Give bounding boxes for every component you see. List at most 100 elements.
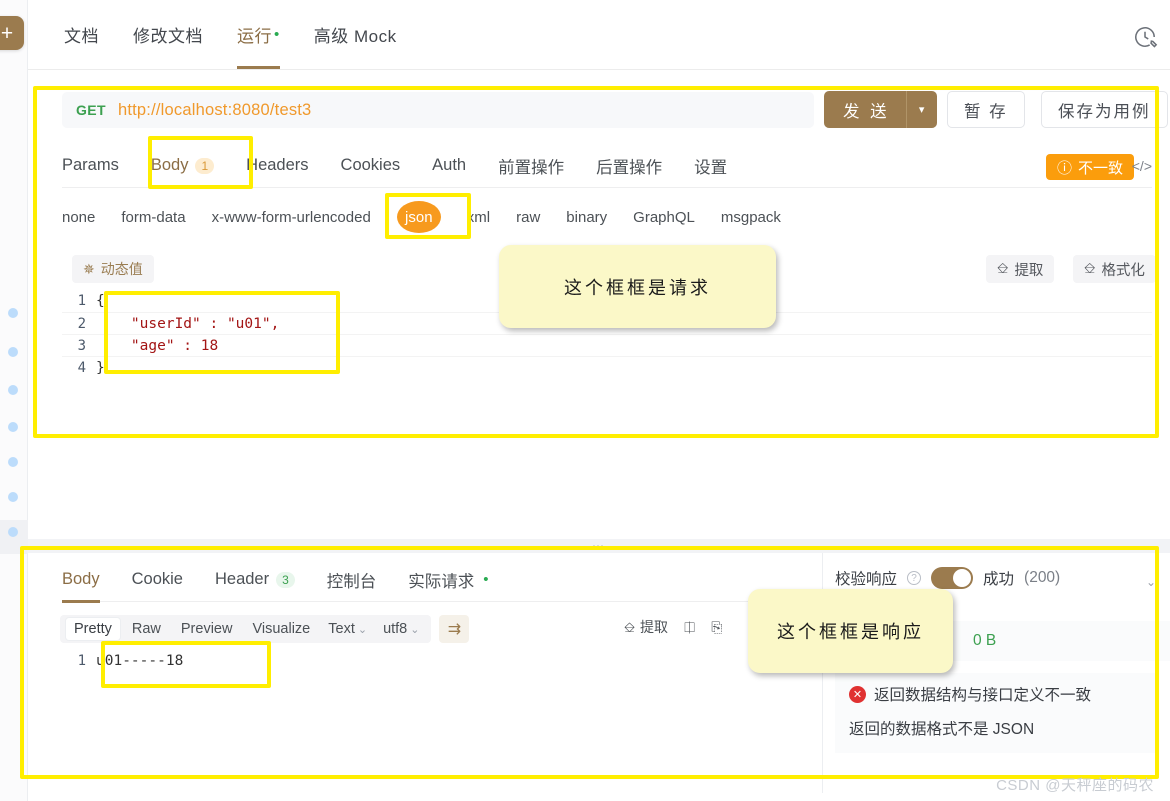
rail-dot[interactable] — [8, 527, 18, 537]
chevron-down-icon[interactable]: ⌄ — [1146, 575, 1156, 589]
send-dropdown-button[interactable]: ▾ — [905, 91, 937, 128]
response-tab-cookie[interactable]: Cookie — [132, 558, 183, 602]
annotation-note-request-text: 这个框框是请求 — [564, 277, 711, 298]
save-as-case-label: 保存为用例 — [1058, 102, 1151, 121]
body-type-xml[interactable]: xml — [467, 209, 490, 226]
copy-icon: ⎘ — [711, 618, 723, 635]
response-body-viewer[interactable]: 1 u01-----18 — [62, 650, 802, 770]
body-type-json[interactable]: json — [396, 201, 441, 233]
verify-toggle[interactable] — [931, 567, 974, 589]
dynamic-value-label: 动态值 — [100, 261, 143, 277]
rail-dot[interactable] — [8, 422, 18, 432]
body-type-none[interactable]: none — [62, 209, 95, 226]
body-type-form-data[interactable]: form-data — [121, 209, 185, 226]
rail-dot[interactable] — [8, 347, 18, 357]
rail-dot[interactable] — [8, 308, 18, 318]
format-select[interactable]: Text ⌄ — [322, 618, 373, 640]
line-code: "age" : 18 — [96, 337, 219, 354]
response-tab-cookie-label: Cookie — [131, 570, 183, 588]
add-button[interactable]: + — [0, 16, 24, 50]
response-view-toolbar: Pretty Raw Preview Visualize Text ⌄ utf8 ⌄… — [60, 615, 470, 643]
charset-select[interactable]: utf8 ⌄ — [377, 618, 425, 640]
response-line: 1 u01-----18 — [62, 650, 802, 672]
word-wrap-button[interactable]: ⇉ — [439, 615, 470, 643]
save-as-case-button[interactable]: 保存为用例 — [1041, 91, 1168, 128]
tab-advanced-mock-label: 高级 Mock — [313, 27, 397, 46]
response-tab-body[interactable]: Body — [62, 558, 100, 603]
view-mode-visualize[interactable]: Visualize — [244, 618, 318, 640]
view-mode-pretty[interactable]: Pretty — [66, 618, 120, 640]
line-code: "userId" : "u01", — [96, 315, 280, 332]
tab-edit-doc-label: 修改文档 — [133, 27, 203, 46]
status-code: (200) — [1024, 569, 1061, 586]
request-tab-post-script[interactable]: 后置操作 — [596, 144, 662, 188]
view-mode-preview[interactable]: Preview — [173, 618, 241, 640]
url-bar[interactable]: GET http://localhost:8080/test3 — [62, 92, 814, 128]
code-brackets-icon[interactable]: </> — [1132, 158, 1152, 174]
response-tab-header-label: Header — [214, 570, 270, 588]
rail-dot[interactable] — [8, 492, 18, 502]
request-tab-cookies[interactable]: Cookies — [341, 144, 401, 188]
question-circle-icon[interactable]: ? — [907, 571, 922, 585]
chevron-down-icon: ⌄ — [410, 624, 420, 636]
chevron-down-icon: ⌄ — [357, 624, 368, 636]
exclamation-circle-icon: ⓘ — [1056, 159, 1072, 177]
line-number: 1 — [77, 653, 86, 669]
annotation-note-response-text: 这个框框是响应 — [777, 622, 924, 642]
request-tab-pre-script[interactable]: 前置操作 — [498, 144, 564, 188]
watermark: CSDN @天秤座的码农 — [996, 777, 1154, 794]
status-badge[interactable]: ⓘ 不一致 — [1045, 154, 1134, 180]
url-input[interactable]: http://localhost:8080/test3 — [118, 101, 311, 120]
body-type-msgpack[interactable]: msgpack — [721, 209, 781, 226]
request-tab-settings[interactable]: 设置 — [694, 144, 727, 188]
rail-dot[interactable] — [8, 385, 18, 395]
response-extract-button[interactable]: ⎒ 提取 — [624, 617, 668, 637]
extract-box-icon: ⎒ — [997, 261, 1009, 277]
request-tab-params-label: Params — [62, 156, 119, 174]
status-text: 成功 — [983, 571, 1015, 588]
rail-dot[interactable] — [8, 457, 18, 467]
request-extract-button[interactable]: ⎒ 提取 — [986, 255, 1055, 283]
verify-error-item: ✕ 返回数据结构与接口定义不一致 — [849, 683, 1144, 705]
response-download-button[interactable]: ⎅ — [684, 619, 695, 636]
body-type-graphql[interactable]: GraphQL — [633, 209, 695, 226]
verify-error-text: 返回的数据格式不是 JSON — [849, 721, 1035, 738]
response-size: 0 B — [973, 632, 997, 649]
response-tab-actual-request[interactable]: 实际请求 • — [408, 558, 488, 602]
tab-edit-doc[interactable]: 修改文档 — [133, 0, 203, 69]
request-format-button[interactable]: ⎒ 格式化 — [1073, 255, 1156, 283]
request-tab-settings-label: 设置 — [694, 158, 728, 177]
request-tab-auth[interactable]: Auth — [432, 144, 466, 188]
verify-errors: ✕ 返回数据结构与接口定义不一致 返回的数据格式不是 JSON — [835, 673, 1158, 753]
send-button[interactable]: 发 送 — [824, 91, 906, 128]
tab-run[interactable]: 运行 • — [237, 0, 280, 69]
response-copy-button[interactable]: ⎘ — [711, 619, 722, 636]
body-type-raw[interactable]: raw — [516, 209, 540, 226]
response-tab-header[interactable]: Header 3 — [215, 558, 295, 602]
response-tab-console[interactable]: 控制台 — [327, 558, 377, 602]
panel-splitter[interactable]: ⋯ — [28, 539, 1170, 553]
view-mode-raw[interactable]: Raw — [124, 618, 169, 640]
body-type-urlencoded[interactable]: x-www-form-urlencoded — [212, 209, 371, 226]
tab-advanced-mock[interactable]: 高级 Mock — [314, 0, 397, 69]
format-select-value: Text — [328, 621, 355, 637]
editor-line: 3 "age" : 18 — [62, 334, 1152, 356]
http-method: GET — [76, 102, 106, 118]
verify-error-text: 返回数据结构与接口定义不一致 — [874, 687, 1092, 704]
tab-doc[interactable]: 文档 — [64, 0, 99, 69]
dynamic-value-button[interactable]: ✵ 动态值 — [72, 255, 154, 283]
request-tab-cookies-label: Cookies — [340, 156, 401, 174]
header-count-badge: 3 — [276, 571, 295, 588]
body-type-binary[interactable]: binary — [566, 209, 607, 226]
status-badge-label: 不一致 — [1077, 159, 1123, 177]
word-wrap-icon: ⇉ — [447, 621, 462, 638]
request-tab-headers[interactable]: Headers — [246, 144, 308, 188]
history-edit-icon[interactable] — [1132, 24, 1158, 50]
request-tab-body[interactable]: Body 1 — [150, 144, 215, 189]
plus-icon: + — [0, 21, 14, 45]
request-tab-params[interactable]: Params — [62, 144, 119, 188]
stash-button[interactable]: 暂 存 — [947, 91, 1025, 128]
stash-button-label: 暂 存 — [964, 102, 1008, 121]
line-code: { — [96, 293, 105, 309]
magic-wand-icon: ✵ — [83, 260, 95, 277]
